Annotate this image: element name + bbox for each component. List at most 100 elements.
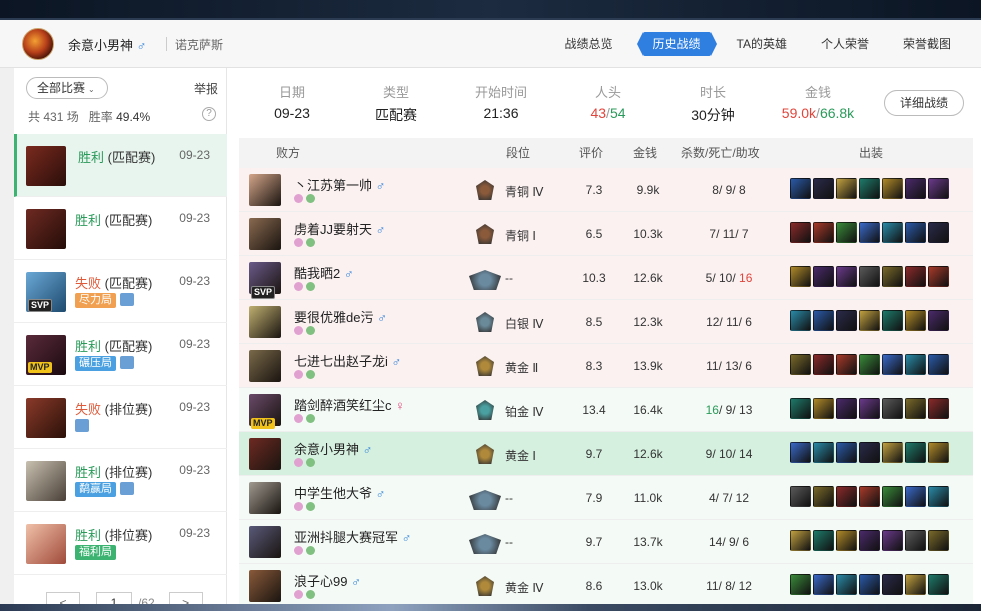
item-icon[interactable] (836, 574, 857, 595)
item-icon[interactable] (905, 486, 926, 507)
item-icon[interactable] (928, 574, 949, 595)
item-icon[interactable] (813, 530, 834, 551)
player-name[interactable]: 踏剑醉酒笑红尘c ♀ (294, 395, 405, 414)
table-row[interactable]: 浪子心99 ♂ 黄金 Ⅳ 8.6 13.0k 11/ 8/ 12 (239, 564, 973, 608)
item-icon[interactable] (813, 486, 834, 507)
item-icon[interactable] (836, 266, 857, 287)
match-item[interactable]: 失败 (排位赛) 09-23 (14, 386, 227, 449)
item-icon[interactable] (928, 178, 949, 199)
image-icon[interactable] (120, 293, 134, 306)
item-icon[interactable] (790, 266, 811, 287)
match-item[interactable]: 胜利 (排位赛) 09-23 福利局 (14, 512, 227, 575)
item-icon[interactable] (813, 398, 834, 419)
item-icon[interactable] (859, 222, 880, 243)
item-icon[interactable] (859, 266, 880, 287)
item-icon[interactable] (790, 222, 811, 243)
match-item[interactable]: MVP 胜利 (匹配赛) 09-23 碾压局 (14, 323, 227, 386)
item-icon[interactable] (928, 398, 949, 419)
match-item[interactable]: 胜利 (排位赛) 09-23 鹬赢局 (14, 449, 227, 512)
help-icon[interactable]: ? (202, 107, 216, 121)
item-icon[interactable] (905, 354, 926, 375)
item-icon[interactable] (905, 574, 926, 595)
item-icon[interactable] (859, 310, 880, 331)
tab-history[interactable]: 历史战绩 (636, 32, 717, 56)
item-icon[interactable] (790, 486, 811, 507)
item-icon[interactable] (905, 266, 926, 287)
report-link[interactable]: 举报 (194, 80, 218, 97)
item-icon[interactable] (882, 310, 903, 331)
table-row[interactable]: 要很优雅de污 ♂ 白银 Ⅳ 8.5 12.3k 12/ 11/ 6 (239, 300, 973, 344)
item-icon[interactable] (882, 178, 903, 199)
item-icon[interactable] (836, 178, 857, 199)
item-icon[interactable] (813, 222, 834, 243)
player-name[interactable]: 亚洲抖腿大赛冠军 ♂ (294, 527, 411, 546)
table-row[interactable]: 亚洲抖腿大赛冠军 ♂ -- 9.7 13.7k 14/ 9/ 6 (239, 520, 973, 564)
item-icon[interactable] (859, 178, 880, 199)
table-row[interactable]: 虏着JJ要射天 ♂ 青铜 Ⅰ 6.5 10.3k 7/ 11/ 7 (239, 212, 973, 256)
item-icon[interactable] (859, 574, 880, 595)
item-icon[interactable] (790, 530, 811, 551)
item-icon[interactable] (928, 354, 949, 375)
table-row[interactable]: 余意小男神 ♂ 黄金 Ⅰ 9.7 12.6k 9/ 10/ 14 (239, 432, 973, 476)
item-icon[interactable] (836, 486, 857, 507)
table-row[interactable]: 七进七出赵子龙i ♂ 黄金 Ⅱ 8.3 13.9k 11/ 13/ 6 (239, 344, 973, 388)
item-icon[interactable] (882, 530, 903, 551)
item-icon[interactable] (859, 398, 880, 419)
table-row[interactable]: SVP 酷我晒2 ♂ -- 10.3 12.6k 5/ 10/ 16 (239, 256, 973, 300)
item-icon[interactable] (882, 486, 903, 507)
player-name[interactable]: 丶江苏第一帅 ♂ (294, 175, 385, 194)
item-icon[interactable] (836, 530, 857, 551)
item-icon[interactable] (859, 354, 880, 375)
item-icon[interactable] (928, 530, 949, 551)
item-icon[interactable] (882, 398, 903, 419)
item-icon[interactable] (859, 486, 880, 507)
player-name[interactable]: 中学生他大爷 ♂ (294, 483, 385, 502)
item-icon[interactable] (905, 398, 926, 419)
item-icon[interactable] (836, 354, 857, 375)
match-item[interactable]: SVP 失败 (匹配赛) 09-23 尽力局 (14, 260, 227, 323)
item-icon[interactable] (859, 530, 880, 551)
item-icon[interactable] (905, 530, 926, 551)
player-name[interactable]: 余意小男神 ♂ (294, 439, 372, 458)
player-name[interactable]: 七进七出赵子龙i ♂ (294, 351, 401, 370)
tab-screenshots[interactable]: 荣誉截图 (893, 32, 961, 56)
item-icon[interactable] (928, 442, 949, 463)
detail-stats-button[interactable]: 详细战绩 (884, 90, 964, 116)
player-name[interactable]: 酷我晒2 ♂ (294, 263, 354, 282)
item-icon[interactable] (836, 398, 857, 419)
tab-heroes[interactable]: TA的英雄 (727, 32, 797, 56)
item-icon[interactable] (813, 178, 834, 199)
image-icon[interactable] (120, 482, 134, 495)
match-item[interactable]: 胜利 (匹配赛) 09-23 (14, 134, 227, 197)
match-filter-dropdown[interactable]: 全部比赛 ⌄ (26, 77, 108, 99)
item-icon[interactable] (859, 442, 880, 463)
item-icon[interactable] (882, 574, 903, 595)
item-icon[interactable] (882, 222, 903, 243)
player-name[interactable]: 要很优雅de污 ♂ (294, 307, 387, 326)
player-name[interactable]: 虏着JJ要射天 ♂ (294, 219, 385, 238)
item-icon[interactable] (836, 442, 857, 463)
match-item[interactable]: 胜利 (匹配赛) 09-23 (14, 197, 227, 260)
item-icon[interactable] (790, 398, 811, 419)
player-name[interactable]: 浪子心99 ♂ (294, 571, 361, 590)
table-row[interactable]: MVP 踏剑醉酒笑红尘c ♀ 铂金 Ⅳ 13.4 16.4k 16/ 9/ 13 (239, 388, 973, 432)
table-row[interactable]: 丶江苏第一帅 ♂ 青铜 Ⅳ 7.3 9.9k 8/ 9/ 8 (239, 168, 973, 212)
tab-honors[interactable]: 个人荣誉 (811, 32, 879, 56)
item-icon[interactable] (905, 222, 926, 243)
table-row[interactable]: 中学生他大爷 ♂ -- 7.9 11.0k 4/ 7/ 12 (239, 476, 973, 520)
item-icon[interactable] (790, 354, 811, 375)
item-icon[interactable] (882, 442, 903, 463)
item-icon[interactable] (790, 574, 811, 595)
item-icon[interactable] (836, 222, 857, 243)
item-icon[interactable] (928, 222, 949, 243)
item-icon[interactable] (790, 178, 811, 199)
item-icon[interactable] (882, 354, 903, 375)
item-icon[interactable] (836, 310, 857, 331)
item-icon[interactable] (882, 266, 903, 287)
item-icon[interactable] (928, 486, 949, 507)
item-icon[interactable] (905, 310, 926, 331)
item-icon[interactable] (905, 442, 926, 463)
item-icon[interactable] (790, 310, 811, 331)
image-icon[interactable] (120, 356, 134, 369)
item-icon[interactable] (813, 574, 834, 595)
